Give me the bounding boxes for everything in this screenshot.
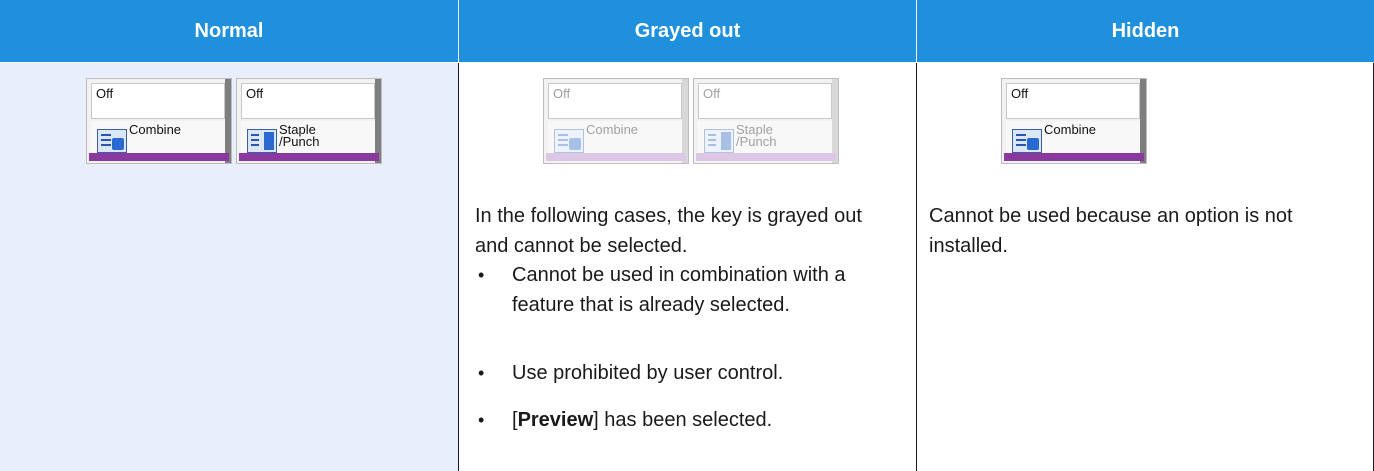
combine-key[interactable]: Off Combine [1001,78,1147,164]
staple-icon [704,129,734,153]
normal-key-panel: Off Combine Off Staple/Punch [86,78,382,164]
key-bottom: Combine [91,121,225,155]
key-value: Off [1006,83,1140,119]
key-bar [239,153,379,161]
key-label: Staple/Punch [279,123,320,149]
divider [916,62,917,471]
key-value: Off [91,83,225,119]
grayed-bullet-3: [Preview] has been selected. [512,405,902,435]
hidden-text: Cannot be used because an option is not … [929,205,1293,257]
combine-icon [97,129,127,153]
key-shadow [682,79,688,163]
key-shadow [1140,79,1146,163]
combine-icon [1012,129,1042,153]
staple-icon [247,129,277,153]
header-hidden-label: Hidden [1111,19,1180,42]
header-normal-label: Normal [194,19,264,42]
key-bar [1004,153,1144,161]
grayed-key-panel: Off Combine Off Staple/Punch [543,78,839,164]
key-label-line2: /Punch [279,134,320,149]
key-bottom: Combine [1006,121,1140,155]
key-shadow [225,79,231,163]
key-bar [696,153,836,161]
grayed-intro: In the following cases, the key is graye… [475,205,862,257]
key-bottom: Combine [548,121,682,155]
key-value: Off [698,83,832,119]
staple-punch-key-grayed: Off Staple/Punch [693,78,839,164]
bullet-3-rest: ] has been selected. [593,409,773,431]
key-bar [546,153,686,161]
key-label: Combine [1044,122,1097,137]
bullet-dot: • [478,410,485,430]
staple-punch-key[interactable]: Off Staple/Punch [236,78,382,164]
header-normal: Normal [0,0,458,62]
divider [0,62,1374,63]
bullet-dot: • [478,265,485,285]
key-value: Off [241,83,375,119]
key-shadow [832,79,838,163]
key-value: Off [548,83,682,119]
header-grayed: Grayed out [459,0,916,62]
hidden-key-panel: Off Combine [1001,78,1147,164]
header-hidden: Hidden [917,0,1374,62]
combine-key-grayed: Off Combine [543,78,689,164]
header-grayed-label: Grayed out [634,19,741,42]
key-label: Staple/Punch [736,123,777,149]
key-bar [89,153,229,161]
grayed-bullet-2: Use prohibited by user control. [512,362,784,384]
key-label-line2: /Punch [736,134,777,149]
key-states-table: Normal Grayed out Hidden Off Combine Off [0,0,1374,471]
key-label: Combine [129,122,182,137]
combine-icon [554,129,584,153]
grayed-bullet-1: Cannot be used in combination with a fea… [512,264,846,316]
divider [458,62,459,471]
preview-key-name: Preview [517,409,594,431]
combine-key[interactable]: Off Combine [86,78,232,164]
key-shadow [375,79,381,163]
bullet-dot: • [478,363,485,383]
key-bottom: Staple/Punch [698,121,832,155]
key-bottom: Staple/Punch [241,121,375,155]
key-label: Combine [586,122,639,137]
